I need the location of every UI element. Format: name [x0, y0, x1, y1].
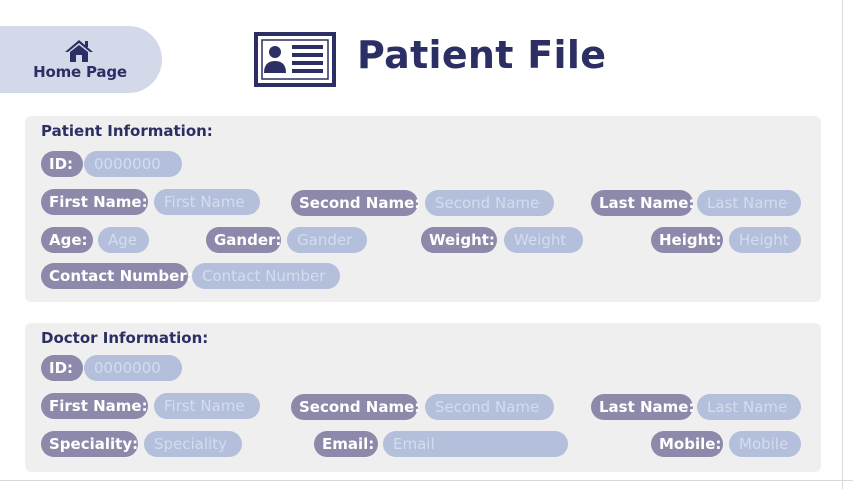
- doctor-mobile-input[interactable]: Mobile: [729, 431, 801, 457]
- doctor-first-name-label: First Name:: [41, 393, 148, 419]
- patient-gender-input[interactable]: Gander: [287, 227, 367, 253]
- patient-id-label: ID:: [41, 151, 83, 177]
- doctor-mobile-label: Mobile:: [651, 431, 723, 457]
- patient-second-name-label: Second Name:: [291, 190, 420, 216]
- doctor-information-panel: Doctor Information: ID: 0000000 First Na…: [25, 323, 821, 472]
- patient-first-name-input[interactable]: First Name: [154, 189, 260, 215]
- doctor-id-label: ID:: [41, 355, 83, 381]
- patient-age-input[interactable]: Age: [98, 227, 149, 253]
- doctor-last-name-label: Last Name:: [591, 394, 694, 420]
- patient-last-name-input[interactable]: Last Name: [697, 190, 801, 216]
- patient-age-label: Age:: [41, 227, 93, 253]
- doctor-email-label: Email:: [314, 431, 378, 457]
- patient-id-input[interactable]: 0000000: [84, 151, 182, 177]
- patient-height-label: Height:: [651, 227, 723, 253]
- doctor-first-name-input[interactable]: First Name: [154, 393, 260, 419]
- doctor-speciality-input[interactable]: Speciality: [144, 431, 242, 457]
- home-page-label: Home Page: [33, 62, 127, 81]
- patient-last-name-label: Last Name:: [591, 190, 694, 216]
- doctor-information-heading: Doctor Information:: [41, 329, 209, 347]
- id-card-icon: [254, 32, 336, 87]
- doctor-email-input[interactable]: Email: [383, 431, 568, 457]
- home-page-button[interactable]: Home Page: [0, 26, 162, 93]
- doctor-speciality-label: Speciality:: [41, 431, 138, 457]
- patient-weight-label: Weight:: [421, 227, 497, 253]
- patient-contact-number-label: Contact Number:: [41, 263, 193, 289]
- page-border-bottom: [0, 480, 853, 481]
- page-border-right: [842, 0, 843, 489]
- patient-information-panel: Patient Information: ID: 0000000 First N…: [25, 116, 821, 302]
- home-icon: [65, 39, 93, 62]
- doctor-last-name-input[interactable]: Last Name: [697, 394, 801, 420]
- patient-second-name-input[interactable]: Second Name: [425, 190, 554, 216]
- patient-height-input[interactable]: Height: [729, 227, 801, 253]
- patient-contact-number-input[interactable]: Contact Number: [192, 263, 340, 289]
- doctor-second-name-label: Second Name:: [291, 394, 420, 420]
- page-title: Patient File: [357, 33, 607, 77]
- doctor-id-input[interactable]: 0000000: [84, 355, 182, 381]
- patient-first-name-label: First Name:: [41, 189, 148, 215]
- doctor-second-name-input[interactable]: Second Name: [425, 394, 554, 420]
- patient-information-heading: Patient Information:: [41, 122, 213, 140]
- patient-gender-label: Gander:: [206, 227, 281, 253]
- patient-weight-input[interactable]: Weight: [504, 227, 583, 253]
